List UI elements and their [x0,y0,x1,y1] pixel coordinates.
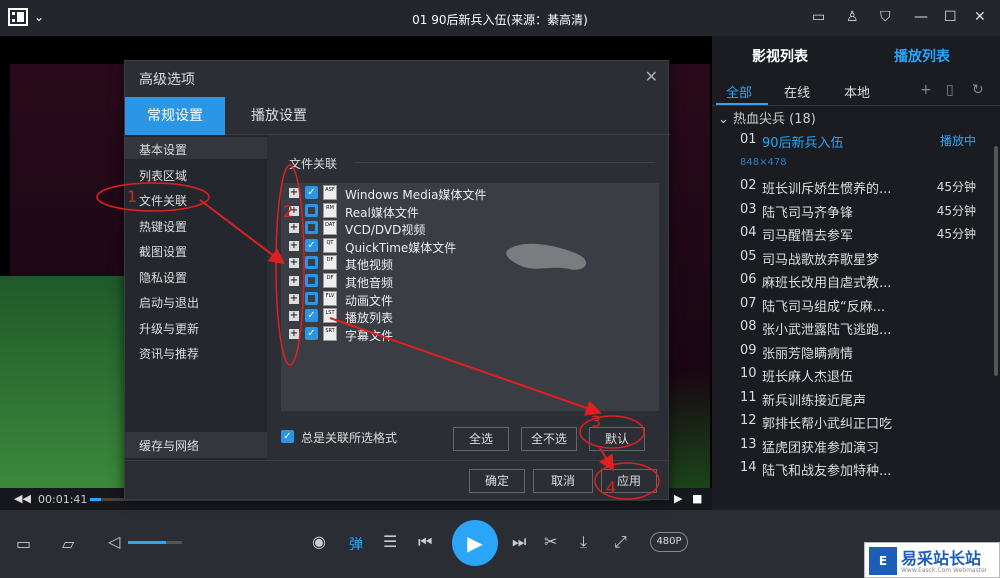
annotation-number-2: 2 [283,202,294,221]
annotation-number-1: 1 [127,187,138,206]
annotation-ellipse-2 [275,164,305,366]
annotation-ellipse-1 [96,182,210,212]
annotation-number-4: 4 [606,478,617,497]
annotation-arrow-1 [199,199,286,265]
annotation-ellipse-3 [579,415,645,449]
annotation-overlay [96,164,660,500]
annotation-number-3: 3 [591,412,602,431]
annotation-ellipse-4 [594,462,660,500]
annotation-arrow-2 [329,317,602,416]
annotation-arrow-3 [598,447,615,472]
